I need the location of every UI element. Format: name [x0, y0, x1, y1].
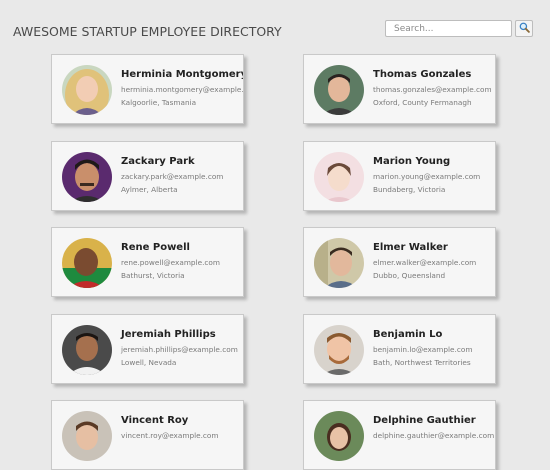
- avatar: [62, 65, 112, 115]
- employee-email: herminia.montgomery@example.com: [121, 85, 244, 94]
- employee-card[interactable]: Vincent Roy vincent.roy@example.com: [51, 400, 244, 470]
- employee-name: Marion Young: [373, 156, 451, 167]
- search-input[interactable]: [385, 20, 512, 37]
- search-icon: [519, 21, 530, 36]
- employee-location: Aylmer, Alberta: [121, 185, 178, 194]
- employee-card[interactable]: Herminia Montgomery herminia.montgomery@…: [51, 54, 244, 124]
- employee-location: Bundaberg, Victoria: [373, 185, 446, 194]
- employee-card[interactable]: Benjamin Lo benjamin.lo@example.com Bath…: [303, 314, 496, 384]
- avatar: [314, 152, 364, 202]
- employee-name: Delphine Gauthier: [373, 415, 476, 426]
- employee-location: Bath, Northwest Territories: [373, 358, 471, 367]
- avatar: [62, 325, 112, 375]
- avatar: [62, 238, 112, 288]
- employee-card[interactable]: Jeremiah Phillips jeremiah.phillips@exam…: [51, 314, 244, 384]
- employee-location: Dubbo, Queensland: [373, 271, 446, 280]
- employee-name: Thomas Gonzales: [373, 69, 472, 80]
- employee-name: Herminia Montgomery: [121, 69, 244, 80]
- employee-card[interactable]: Zackary Park zackary.park@example.com Ay…: [51, 141, 244, 211]
- employee-location: Oxford, County Fermanagh: [373, 98, 472, 107]
- employee-email: zackary.park@example.com: [121, 172, 224, 181]
- avatar: [314, 238, 364, 288]
- employee-email: jeremiah.phillips@example.com: [121, 345, 238, 354]
- employee-name: Rene Powell: [121, 242, 190, 253]
- employee-name: Vincent Roy: [121, 415, 189, 426]
- avatar: [314, 65, 364, 115]
- employee-location: Kalgoorlie, Tasmania: [121, 98, 197, 107]
- employee-email: marion.young@example.com: [373, 172, 481, 181]
- employee-location: Lowell, Nevada: [121, 358, 177, 367]
- avatar: [314, 325, 364, 375]
- employee-name: Elmer Walker: [373, 242, 448, 253]
- search-button[interactable]: [515, 20, 533, 37]
- avatar: [62, 152, 112, 202]
- employee-email: thomas.gonzales@example.com: [373, 85, 492, 94]
- avatar: [62, 411, 112, 461]
- employee-email: benjamin.lo@example.com: [373, 345, 473, 354]
- employee-name: Zackary Park: [121, 156, 195, 167]
- page-header: AWESOME STARTUP EMPLOYEE DIRECTORY: [0, 0, 550, 56]
- employee-card[interactable]: Marion Young marion.young@example.com Bu…: [303, 141, 496, 211]
- employee-email: elmer.walker@example.com: [373, 258, 477, 267]
- employee-location: Bathurst, Victoria: [121, 271, 185, 280]
- employee-name: Benjamin Lo: [373, 329, 443, 340]
- avatar: [314, 411, 364, 461]
- employee-name: Jeremiah Phillips: [121, 329, 216, 340]
- employee-card[interactable]: Delphine Gauthier delphine.gauthier@exam…: [303, 400, 496, 470]
- employee-card[interactable]: Thomas Gonzales thomas.gonzales@example.…: [303, 54, 496, 124]
- employee-card[interactable]: Rene Powell rene.powell@example.com Bath…: [51, 227, 244, 297]
- page-title: AWESOME STARTUP EMPLOYEE DIRECTORY: [13, 24, 282, 39]
- employee-card[interactable]: Elmer Walker elmer.walker@example.com Du…: [303, 227, 496, 297]
- employee-email: rene.powell@example.com: [121, 258, 220, 267]
